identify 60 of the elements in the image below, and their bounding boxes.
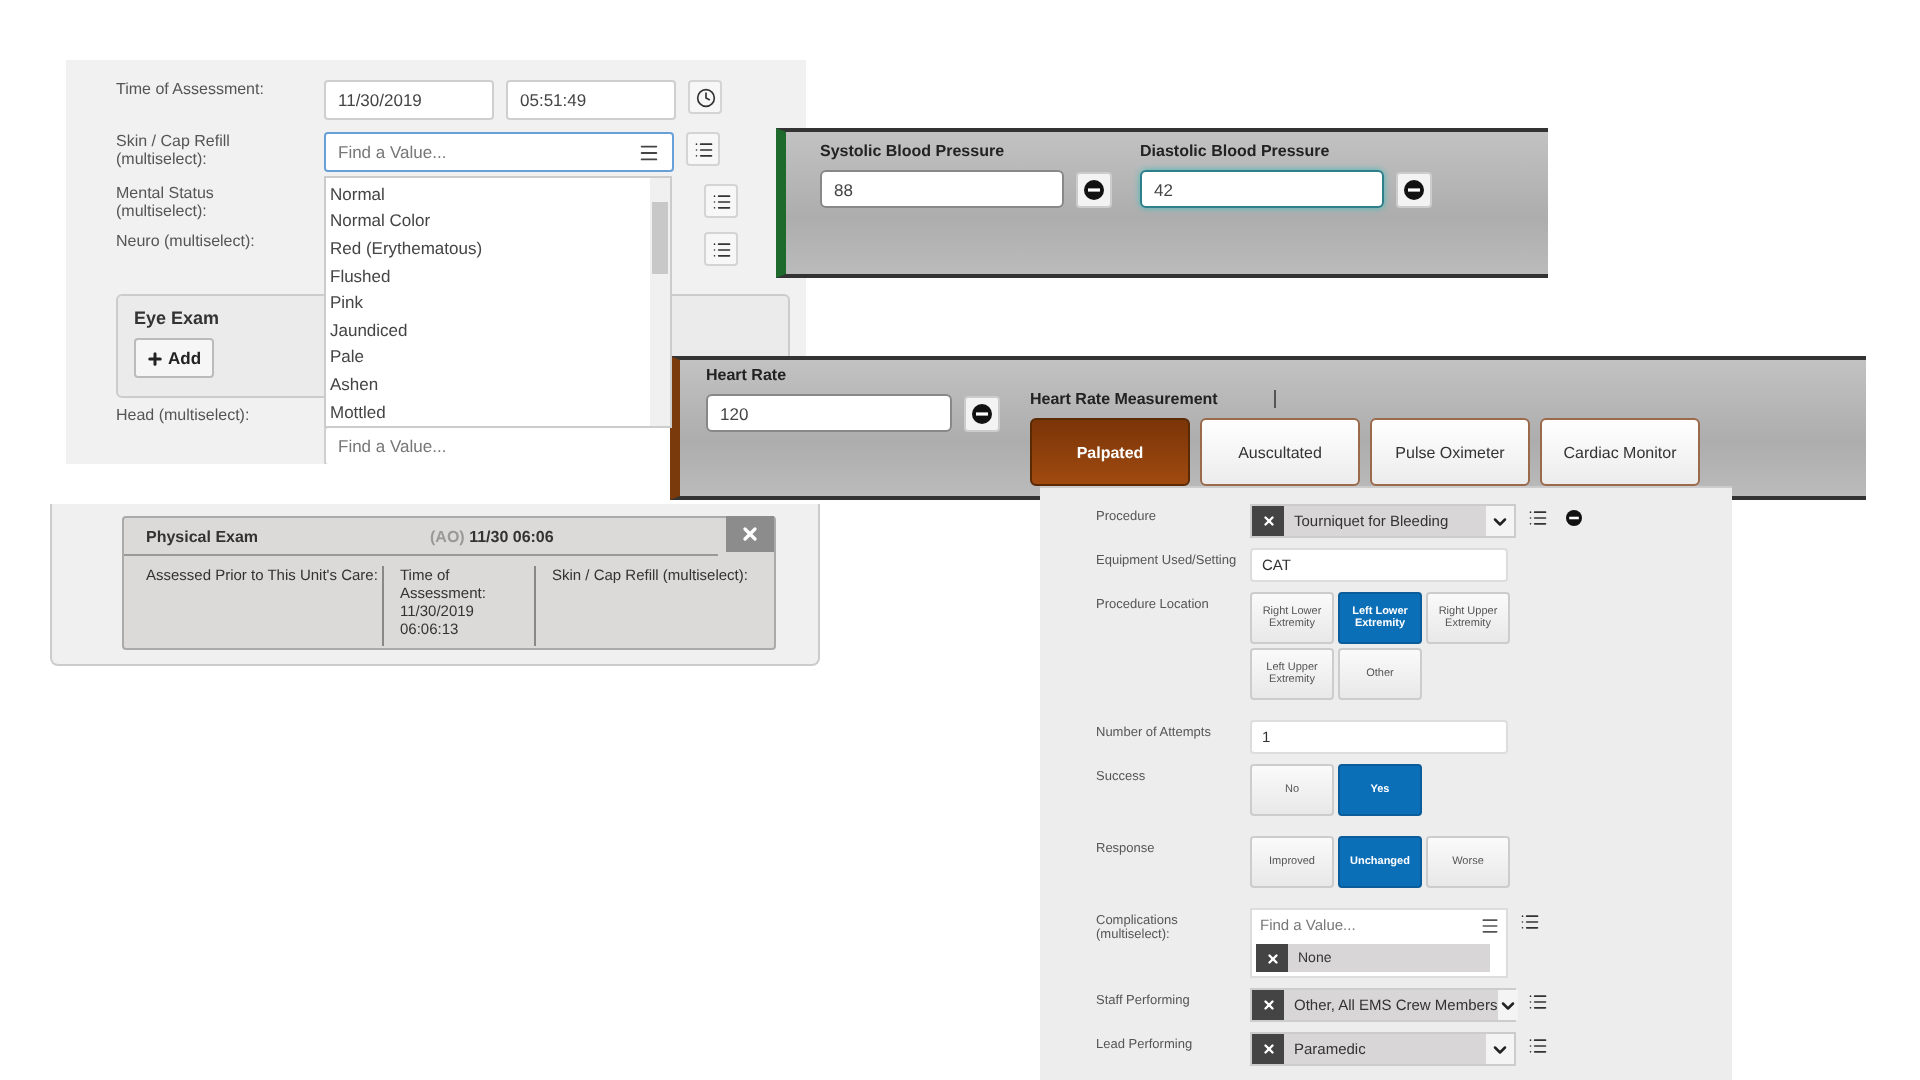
list-icon[interactable]	[1528, 992, 1548, 1012]
remove-button[interactable]	[1396, 171, 1432, 207]
clock-button[interactable]	[688, 80, 722, 114]
field-label: Head (multiselect):	[116, 406, 252, 426]
close-icon	[1261, 1042, 1275, 1056]
menu-icon	[1480, 915, 1500, 935]
section-title: Eye Exam	[134, 308, 220, 329]
scrollbar[interactable]	[650, 178, 670, 426]
measurement-toggle[interactable]: Palpated	[1030, 418, 1190, 486]
field-label: Skin / Cap Refill (multiselect):	[116, 132, 232, 169]
close-icon	[1261, 514, 1275, 528]
list-icon[interactable]	[1520, 912, 1540, 932]
remove-button[interactable]	[1076, 171, 1112, 207]
timestamp: (AO) 11/30 06:06	[430, 527, 554, 545]
search-field[interactable]: Find a Value...	[324, 426, 674, 464]
number-field[interactable]: 42	[1140, 170, 1384, 208]
measurement-toggle[interactable]: Auscultated	[1200, 418, 1360, 486]
dropdown-option[interactable]: Mottled	[330, 397, 646, 425]
minus-icon	[1084, 179, 1104, 199]
dropdown-option[interactable]: Ashen	[330, 370, 646, 398]
dropdown-option[interactable]: Pale	[330, 343, 646, 371]
list-button[interactable]	[686, 132, 720, 166]
plus-icon	[146, 349, 164, 368]
field-label: Neuro (multiselect):	[116, 232, 257, 252]
field-label: Time of Assessment:	[116, 80, 266, 99]
clock-icon	[695, 87, 715, 107]
measurement-toggle[interactable]: Pulse Oximeter	[1370, 418, 1530, 486]
field-label: Heart Rate	[706, 366, 789, 384]
date-field[interactable]: 11/30/2019	[324, 80, 494, 120]
list-button[interactable]	[704, 232, 738, 267]
number-field[interactable]: 88	[820, 170, 1064, 208]
close-icon	[740, 524, 760, 544]
time-field[interactable]: 05:51:49	[506, 80, 676, 120]
field-label: Heart Rate Measurement	[1030, 390, 1276, 408]
minus-icon	[972, 403, 992, 423]
card-title: Physical Exam	[146, 527, 261, 545]
number-field[interactable]: 120	[706, 394, 952, 432]
dropdown-option[interactable]: Normal Color	[330, 207, 646, 235]
minus-icon	[1566, 510, 1582, 526]
dropdown-option[interactable]: Red (Erythematous)	[330, 234, 646, 262]
add-button[interactable]: Add	[134, 338, 214, 379]
minus-icon	[1404, 179, 1424, 199]
list-icon[interactable]	[1528, 508, 1548, 528]
dropdown-option[interactable]: Pink	[330, 288, 646, 316]
field-label: Mental Status (multiselect):	[116, 184, 216, 221]
field-label: Systolic Blood Pressure	[820, 142, 1007, 160]
measurement-toggle[interactable]: Cardiac Monitor	[1540, 418, 1700, 486]
close-button[interactable]	[726, 516, 774, 552]
menu-icon	[638, 141, 660, 163]
search-field[interactable]: Find a Value...	[324, 132, 674, 172]
dropdown-option[interactable]: Flushed	[330, 261, 646, 289]
dropdown-option[interactable]: Jaundiced	[330, 315, 646, 344]
list-icon[interactable]	[1528, 1036, 1548, 1056]
dropdown-option[interactable]: Normal	[330, 180, 646, 208]
close-icon	[1265, 951, 1279, 965]
remove-button[interactable]	[1560, 504, 1588, 532]
field-label: Diastolic Blood Pressure	[1140, 142, 1332, 160]
close-icon	[1261, 998, 1275, 1012]
remove-button[interactable]	[964, 395, 1000, 431]
list-button[interactable]	[704, 184, 738, 218]
